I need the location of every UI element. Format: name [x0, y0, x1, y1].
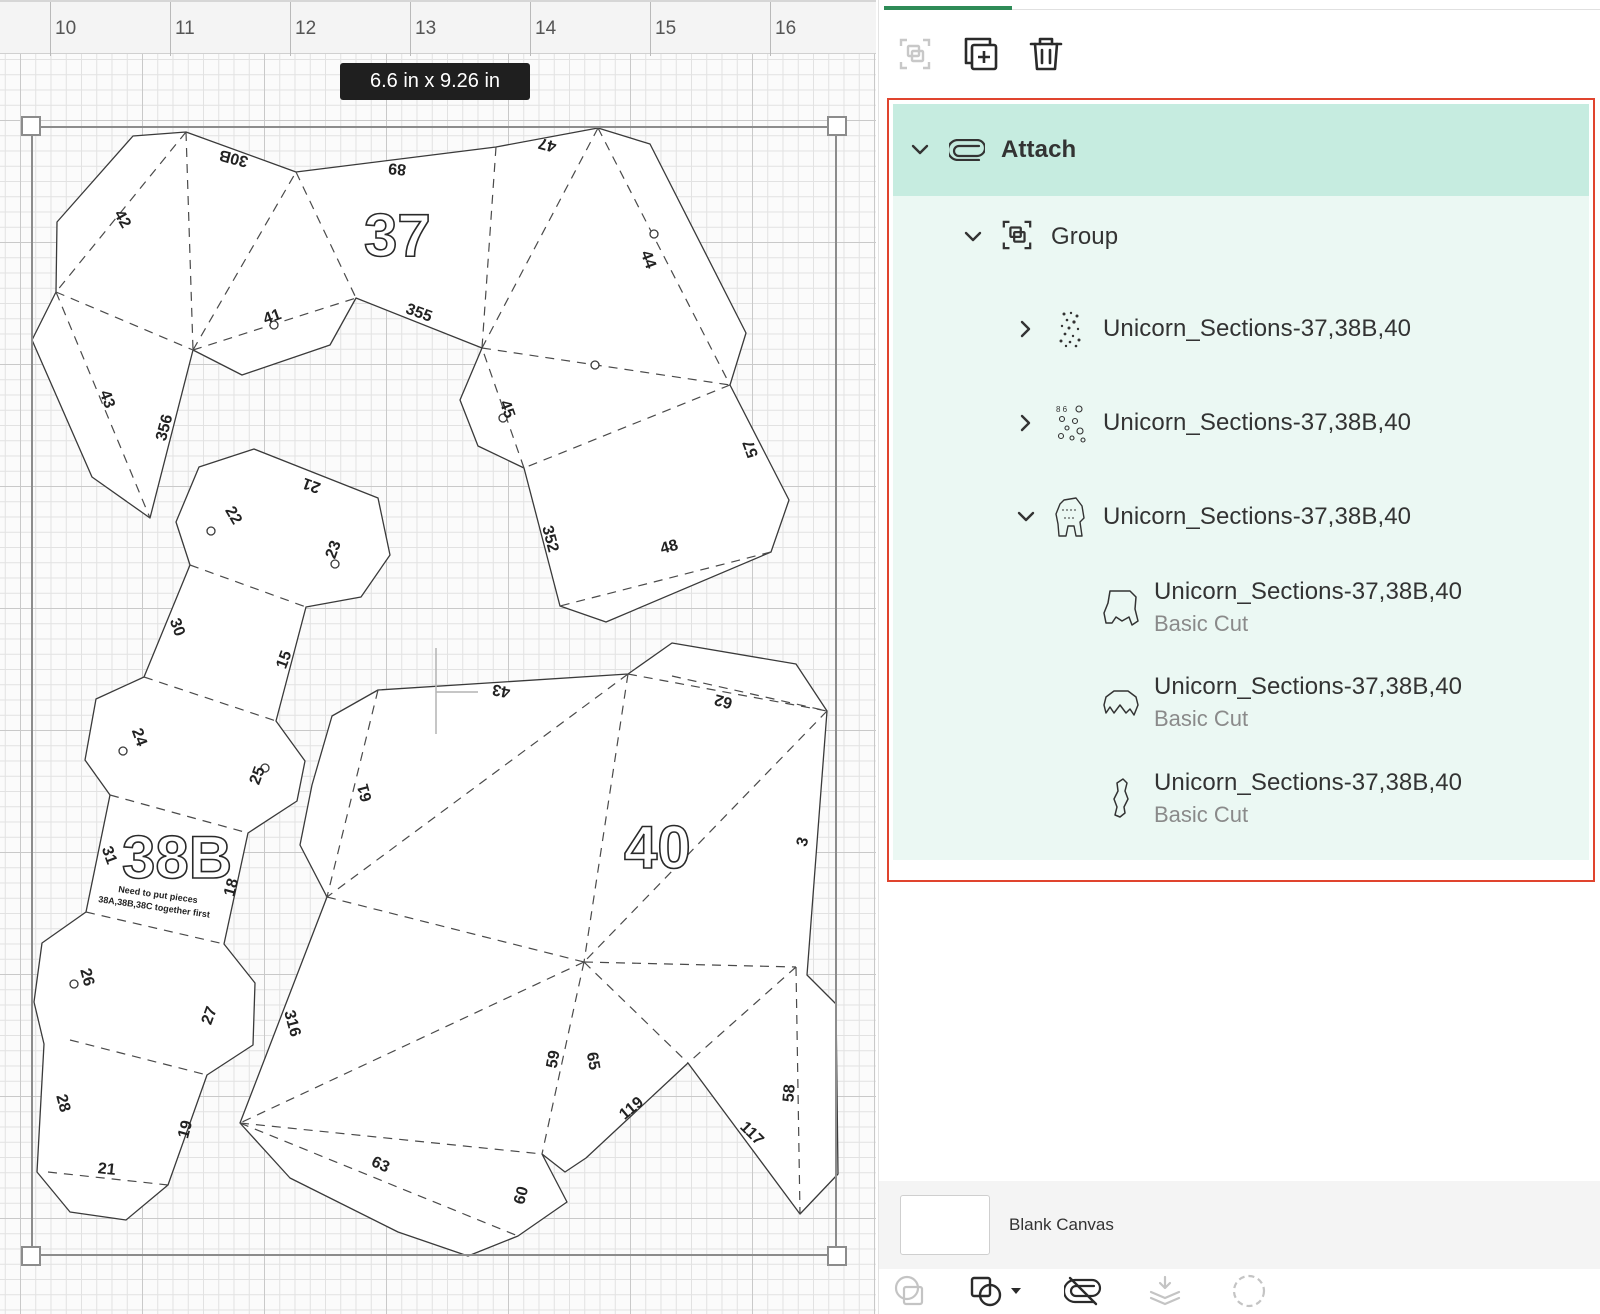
shape-thumbnail — [1101, 585, 1141, 629]
delete-button[interactable] — [1022, 30, 1070, 78]
layer-row-attach[interactable]: Attach — [893, 104, 1589, 196]
blank-canvas-row[interactable]: Blank Canvas — [879, 1181, 1600, 1269]
chevron-down-icon[interactable] — [909, 139, 931, 161]
group-icon — [899, 38, 931, 70]
shape-thumbnail — [1101, 680, 1141, 724]
chevron-down-icon[interactable] — [962, 226, 984, 248]
layer-thumbnail — [1051, 307, 1091, 351]
flatten-icon — [1149, 1275, 1181, 1306]
layer-label-child: Unicorn_Sections-37,38B,40 — [1103, 315, 1412, 342]
layer-label-leaf: Unicorn_Sections-37,38B,40 — [1154, 768, 1463, 796]
layer-label-child: Unicorn_Sections-37,38B,40 — [1103, 409, 1412, 436]
combine-icon — [970, 1276, 1021, 1307]
layer-leaf-text: Unicorn_Sections-37,38B,40 Basic Cut — [1154, 673, 1462, 732]
detach-icon — [1064, 1276, 1102, 1306]
layer-row-leaf[interactable]: Unicorn_Sections-37,38B,40 Basic Cut — [893, 569, 1589, 645]
combine-button[interactable] — [965, 1267, 1029, 1314]
flatten-button[interactable] — [1141, 1267, 1189, 1314]
bottom-actions-toolbar — [879, 1271, 1600, 1314]
blank-canvas-label: Blank Canvas — [1009, 1215, 1114, 1234]
chevron-down-icon — [1011, 1288, 1021, 1294]
layer-thumbnail: 8 6 — [1051, 401, 1091, 445]
design-canvas[interactable]: 10 11 12 13 14 15 16 37 38B 40 Need to p… — [0, 0, 876, 1314]
trash-icon — [1029, 37, 1063, 71]
svg-text:8 6: 8 6 — [1056, 405, 1068, 414]
layer-label-group: Group — [1051, 223, 1119, 250]
resize-handle-top-left[interactable] — [21, 116, 41, 136]
operation-label: Basic Cut — [1154, 705, 1249, 731]
slice-icon — [894, 1275, 924, 1306]
canvas-color-swatch[interactable] — [900, 1195, 990, 1255]
layer-label-leaf: Unicorn_Sections-37,38B,40 — [1154, 672, 1463, 700]
layer-row-leaf[interactable]: Unicorn_Sections-37,38B,40 Basic Cut — [893, 664, 1589, 740]
layer-leaf-text: Unicorn_Sections-37,38B,40 Basic Cut — [1154, 578, 1462, 637]
selection-bounding-box[interactable] — [21, 116, 847, 1266]
duplicate-button[interactable] — [957, 30, 1005, 78]
duplicate-icon — [964, 37, 998, 71]
layer-row-group[interactable]: Group — [893, 206, 1589, 268]
layer-row-leaf[interactable]: Unicorn_Sections-37,38B,40 Basic Cut — [893, 760, 1589, 836]
layer-row-child[interactable]: Unicorn_Sections-37,38B,40 — [893, 486, 1589, 548]
contour-button[interactable] — [1225, 1267, 1273, 1314]
layers-selection-outline: Attach Group Unicorn_Sections-37,38B,40 … — [887, 98, 1595, 882]
slice-button[interactable] — [885, 1267, 933, 1314]
group-button[interactable] — [891, 30, 939, 78]
group-icon — [1001, 219, 1033, 256]
resize-handle-bottom-left[interactable] — [21, 1246, 41, 1266]
layer-row-child[interactable]: 8 6 Unicorn_Sections-37,38B,40 — [893, 392, 1589, 454]
layer-leaf-text: Unicorn_Sections-37,38B,40 Basic Cut — [1154, 769, 1462, 828]
detach-button[interactable] — [1059, 1267, 1107, 1314]
chevron-right-icon[interactable] — [1015, 412, 1037, 434]
panel-tab-indicator — [879, 6, 1600, 10]
tab-divider — [1012, 9, 1600, 10]
operation-label: Basic Cut — [1154, 610, 1249, 636]
layer-thumbnail — [1051, 495, 1091, 539]
layer-label-leaf: Unicorn_Sections-37,38B,40 — [1154, 577, 1463, 605]
contour-icon — [1232, 1274, 1266, 1308]
layers-panel: Attach Group Unicorn_Sections-37,38B,40 … — [878, 0, 1600, 1314]
paperclip-icon — [949, 137, 987, 163]
resize-handle-bottom-right[interactable] — [827, 1246, 847, 1266]
shape-thumbnail — [1101, 776, 1141, 820]
chevron-right-icon[interactable] — [1015, 318, 1037, 340]
active-tab-underline — [884, 6, 1012, 10]
resize-handle-top-right[interactable] — [827, 116, 847, 136]
layer-label-child: Unicorn_Sections-37,38B,40 — [1103, 503, 1412, 530]
chevron-down-icon[interactable] — [1015, 506, 1037, 528]
dimension-badge: 6.6 in x 9.26 in — [340, 63, 530, 100]
layer-row-child[interactable]: Unicorn_Sections-37,38B,40 — [893, 298, 1589, 360]
operation-label: Basic Cut — [1154, 801, 1249, 827]
layer-actions-toolbar — [879, 28, 1600, 88]
layer-label-attach: Attach — [1001, 136, 1077, 163]
group-contents: Group Unicorn_Sections-37,38B,40 8 6 Uni… — [893, 196, 1589, 860]
